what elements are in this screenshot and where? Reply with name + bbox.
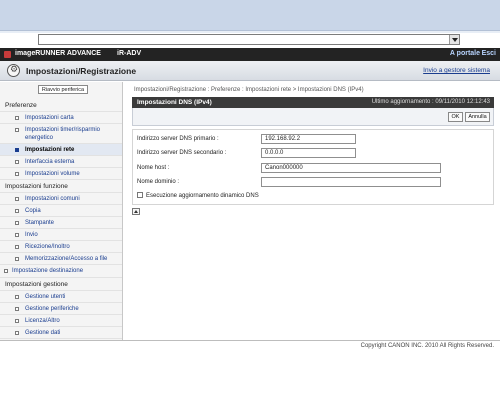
scroll-to-top-icon[interactable] <box>132 208 140 215</box>
sidebar-item-paper-settings[interactable]: Impostazioni carta <box>0 112 122 124</box>
sidebar-nav: Preferenze Impostazioni carta Impostazio… <box>0 99 122 339</box>
address-dropdown-icon[interactable] <box>449 35 459 44</box>
bullet-icon <box>15 319 19 323</box>
action-bar: OK Annulla <box>132 108 494 126</box>
bullet-icon <box>15 197 19 201</box>
footer-divider <box>0 340 500 341</box>
bullet-icon <box>15 295 19 299</box>
sidebar-item-printer[interactable]: Stampante <box>0 217 122 229</box>
sidebar-item-external-interface[interactable]: Interfaccia esterna <box>0 156 122 168</box>
copyright-text: Copyright CANON INC. 2010 All Rights Res… <box>360 343 494 349</box>
sidebar-item-label: Stampante <box>25 220 55 226</box>
browser-toolbar-divider <box>0 30 500 33</box>
send-to-admin-link[interactable]: Invio a gestore sistema <box>423 67 490 74</box>
bullet-icon <box>15 172 19 176</box>
dynamic-dns-checkbox[interactable] <box>137 192 143 198</box>
primary-dns-label: Indirizzo server DNS primario : <box>137 136 219 142</box>
sidebar-item-label: Impostazione destinazione <box>12 268 84 274</box>
bullet-icon <box>15 221 19 225</box>
sidebar-item-send[interactable]: Invio <box>0 229 122 241</box>
sidebar-item-label: Impostazioni comuni <box>25 196 80 202</box>
restart-device-button[interactable]: Riavvio periferica <box>38 85 88 94</box>
app-header: imageRUNNER ADVANCE iR-ADV A portale Esc… <box>0 48 500 61</box>
bullet-icon <box>4 269 8 273</box>
secondary-dns-row: Indirizzo server DNS secondario : 0.0.0.… <box>133 147 493 160</box>
secondary-dns-label: Indirizzo server DNS secondario : <box>137 150 227 156</box>
domain-name-row: Nome dominio : <box>133 176 493 189</box>
sidebar-item-label: Impostazioni timer/risparmio energetico <box>25 127 101 141</box>
sidebar-item-timer-energy[interactable]: Impostazioni timer/risparmio energetico <box>0 124 122 144</box>
sidebar-item-label: Gestione utenti <box>25 294 66 300</box>
panel-header: Impostazioni DNS (IPv4) Ultimo aggiornam… <box>132 97 494 108</box>
sidebar-item-label: Invio <box>25 232 38 238</box>
bullet-icon <box>15 233 19 237</box>
domain-name-label: Nome dominio : <box>137 179 180 185</box>
secondary-dns-field[interactable]: 0.0.0.0 <box>261 148 356 158</box>
last-update-text: Ultimo aggiornamento : 09/11/2010 12:12:… <box>371 99 490 105</box>
settings-icon <box>7 64 20 77</box>
host-name-row: Nome host : Canon000000 <box>133 162 493 175</box>
sidebar-item-common-settings[interactable]: Impostazioni comuni <box>0 193 122 205</box>
sidebar: Riavvio periferica Preferenze Impostazio… <box>0 82 123 340</box>
bullet-icon <box>15 307 19 311</box>
sidebar-item-store-access-files[interactable]: Memorizzazione/Accesso a file <box>0 253 122 265</box>
sidebar-item-label: Gestione dati <box>25 330 61 336</box>
page-title: Impostazioni/Registrazione <box>26 66 137 76</box>
sidebar-item-destination-settings[interactable]: Impostazione destinazione <box>0 265 122 278</box>
portal-link[interactable]: A portale <box>450 50 480 57</box>
sidebar-item-copy[interactable]: Copia <box>0 205 122 217</box>
nav-group-preferences: Preferenze <box>0 99 122 112</box>
bullet-icon <box>15 160 19 164</box>
sidebar-item-license-other[interactable]: Licenza/Altro <box>0 315 122 327</box>
device-model: iR-ADV <box>117 50 142 57</box>
primary-dns-row: Indirizzo server DNS primario : 192.168.… <box>133 133 493 146</box>
bullet-icon <box>15 245 19 249</box>
panel-title: Impostazioni DNS (IPv4) <box>137 99 212 106</box>
bullet-icon <box>15 128 19 132</box>
ok-button[interactable]: OK <box>448 112 463 122</box>
address-bar[interactable] <box>38 34 460 45</box>
bullet-icon <box>15 148 19 152</box>
main-content: Impostazioni/Registrazione : Preferenze … <box>124 82 500 340</box>
logout-link[interactable]: Esci <box>482 50 496 57</box>
dns-settings-form: Indirizzo server DNS primario : 192.168.… <box>132 129 494 205</box>
sidebar-item-label: Gestione periferiche <box>25 306 79 312</box>
sidebar-item-label: Ricezione/Inoltro <box>25 244 70 250</box>
primary-dns-field[interactable]: 192.168.92.2 <box>261 134 356 144</box>
dynamic-dns-label: Esecuzione aggiornamento dinamico DNS <box>146 193 259 199</box>
sidebar-item-label: Interfaccia esterna <box>25 159 75 165</box>
nav-group-management-settings: Impostazioni gestione <box>0 278 122 291</box>
sidebar-item-user-management[interactable]: Gestione utenti <box>0 291 122 303</box>
sidebar-item-network-settings[interactable]: Impostazioni rete <box>0 144 122 156</box>
bullet-icon <box>15 257 19 261</box>
sidebar-item-label: Impostazioni rete <box>25 147 75 153</box>
sidebar-item-label: Copia <box>25 208 41 214</box>
cancel-button[interactable]: Annulla <box>465 112 490 122</box>
breadcrumb: Impostazioni/Registrazione : Preferenze … <box>134 87 364 93</box>
domain-name-field[interactable] <box>261 177 441 187</box>
sidebar-item-receive-forward[interactable]: Ricezione/Inoltro <box>0 241 122 253</box>
sidebar-item-label: Impostazioni volume <box>25 171 80 177</box>
bullet-icon <box>15 331 19 335</box>
bullet-icon <box>15 209 19 213</box>
sidebar-item-label: Impostazioni carta <box>25 115 74 121</box>
sidebar-item-device-management[interactable]: Gestione periferiche <box>0 303 122 315</box>
host-name-label: Nome host : <box>137 165 170 171</box>
host-name-field[interactable]: Canon000000 <box>261 163 441 173</box>
bullet-icon <box>15 116 19 120</box>
dynamic-dns-option[interactable]: Esecuzione aggiornamento dinamico DNS <box>137 192 259 199</box>
page-titlebar: Impostazioni/Registrazione Invio a gesto… <box>0 61 500 81</box>
brand-name: imageRUNNER ADVANCE <box>15 50 101 57</box>
sidebar-item-volume-settings[interactable]: Impostazioni volume <box>0 168 122 180</box>
sidebar-item-data-management[interactable]: Gestione dati <box>0 327 122 339</box>
sidebar-item-label: Licenza/Altro <box>25 318 60 324</box>
canon-logo-icon <box>4 51 11 58</box>
sidebar-item-label: Memorizzazione/Accesso a file <box>25 256 108 262</box>
nav-group-function-settings: Impostazioni funzione <box>0 180 122 193</box>
browser-title-area <box>0 0 500 30</box>
